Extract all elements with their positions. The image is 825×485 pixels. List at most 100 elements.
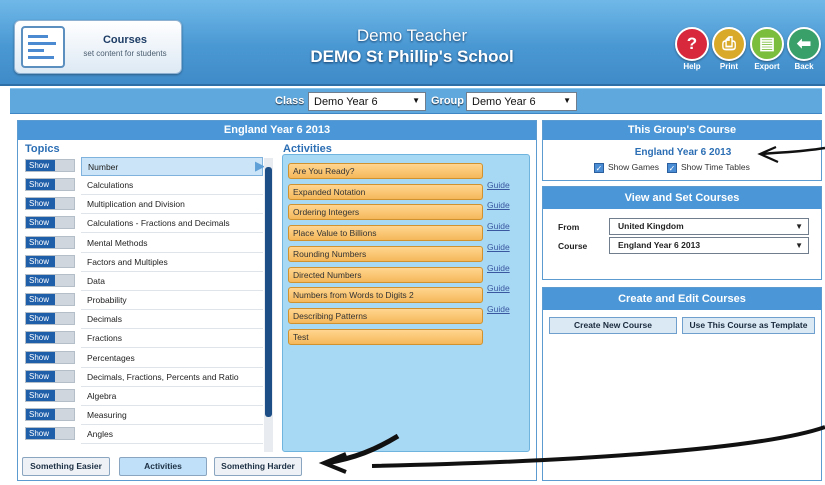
- show-toggle[interactable]: Show: [25, 254, 75, 268]
- topic-row: Show Percentages: [25, 349, 263, 368]
- group-select[interactable]: Demo Year 6 ▼: [466, 92, 577, 111]
- show-toggle[interactable]: Show: [25, 388, 75, 402]
- from-select[interactable]: United Kingdom ▼: [609, 218, 809, 235]
- topic-row: Show Decimals, Fractions, Percents and Ra…: [25, 368, 263, 387]
- printer-icon: ⎙: [722, 34, 736, 53]
- arrow-left-icon: ⬅: [796, 34, 812, 53]
- something-harder-button[interactable]: Something Harder: [214, 457, 302, 476]
- guide-link[interactable]: Guide: [487, 242, 510, 252]
- dropdown-arrow-icon: ▼: [795, 222, 803, 231]
- show-toggle[interactable]: Show: [25, 197, 75, 211]
- topic-row: Show Multiplication and Division: [25, 195, 263, 215]
- courses-card[interactable]: Courses set content for students: [14, 20, 182, 74]
- activity-item[interactable]: Expanded Notation: [288, 183, 483, 200]
- course-label: Course: [558, 241, 588, 251]
- something-easier-button[interactable]: Something Easier: [22, 457, 110, 476]
- show-time-tables-checkbox[interactable]: ✓ Show Time Tables: [667, 162, 750, 173]
- topic-item[interactable]: Number: [81, 157, 263, 176]
- guide-link[interactable]: Guide: [487, 304, 510, 314]
- course-panel-title: England Year 6 2013: [18, 121, 536, 140]
- topic-item[interactable]: Measuring: [81, 406, 263, 425]
- show-toggle[interactable]: Show: [25, 407, 75, 421]
- guide-link[interactable]: Guide: [487, 263, 510, 273]
- topic-row: Show Probability: [25, 291, 263, 311]
- group-course-name: England Year 6 2013: [634, 147, 732, 158]
- show-toggle[interactable]: Show: [25, 312, 75, 326]
- show-toggle[interactable]: Show: [25, 273, 75, 287]
- show-toggle[interactable]: Show: [25, 369, 75, 383]
- export-button[interactable]: ▤: [750, 27, 784, 61]
- topic-item[interactable]: Algebra: [81, 387, 263, 406]
- use-as-template-button[interactable]: Use This Course as Template: [682, 317, 815, 334]
- dropdown-arrow-icon: ▼: [412, 96, 420, 105]
- topic-item[interactable]: Mental Methods: [81, 234, 263, 253]
- help-button[interactable]: ?: [675, 27, 709, 61]
- class-label: Class: [275, 95, 305, 107]
- activity-item[interactable]: Are You Ready?: [288, 163, 483, 179]
- guide-link[interactable]: Guide: [487, 283, 510, 293]
- activity-item[interactable]: Describing Patterns: [288, 307, 483, 324]
- activity-item[interactable]: Numbers from Words to Digits 2: [288, 287, 483, 304]
- activity-item[interactable]: Directed Numbers: [288, 266, 483, 283]
- show-games-checkbox[interactable]: ✓ Show Games: [594, 162, 659, 173]
- topic-item[interactable]: Angles: [81, 425, 263, 445]
- create-new-course-button[interactable]: Create New Course: [549, 317, 677, 334]
- class-group-toolbar: Class Demo Year 6 ▼ Group Demo Year 6 ▼: [10, 88, 822, 114]
- show-toggle[interactable]: Show: [25, 293, 75, 307]
- topic-item[interactable]: Decimals, Fractions, Percents and Ratio: [81, 368, 263, 387]
- topic-item[interactable]: Calculations - Fractions and Decimals: [81, 214, 263, 234]
- teacher-name: Demo Teacher: [356, 26, 468, 45]
- guide-link[interactable]: Guide: [487, 200, 510, 210]
- topic-item[interactable]: Calculations: [81, 176, 263, 196]
- show-toggle[interactable]: Show: [25, 178, 75, 192]
- activity-item[interactable]: Test: [288, 328, 483, 345]
- question-icon: ?: [686, 34, 698, 53]
- back-button[interactable]: ⬅: [787, 27, 821, 61]
- show-toggle[interactable]: Show: [25, 331, 75, 345]
- topic-item[interactable]: Factors and Multiples: [81, 253, 263, 272]
- topic-row: Show Calculations - Fractions and Decimal…: [25, 214, 263, 234]
- checkmark-icon: ✓: [594, 162, 604, 173]
- show-toggle[interactable]: Show: [25, 216, 75, 230]
- school-name: DEMO St Phillip's School: [310, 47, 514, 66]
- activities-button[interactable]: Activities: [119, 457, 207, 476]
- checkmark-icon: ✓: [667, 162, 677, 173]
- show-toggle[interactable]: Show: [25, 350, 75, 364]
- show-toggle[interactable]: Show: [25, 159, 75, 172]
- topic-row: Show Decimals: [25, 310, 263, 330]
- topic-item[interactable]: Multiplication and Division: [81, 195, 263, 215]
- view-set-title: View and Set Courses: [543, 187, 821, 209]
- topic-row: Show Algebra: [25, 387, 263, 406]
- topic-row: Show Factors and Multiples: [25, 253, 263, 272]
- course-select[interactable]: England Year 6 2013 ▼: [609, 237, 809, 254]
- topics-heading: Topics: [25, 143, 60, 155]
- from-label: From: [558, 222, 580, 232]
- topic-row: Show Angles: [25, 425, 263, 445]
- guide-link[interactable]: Guide: [487, 221, 510, 231]
- show-toggle[interactable]: Show: [25, 427, 75, 441]
- topic-row: Show Fractions: [25, 329, 263, 349]
- activity-item[interactable]: Ordering Integers: [288, 204, 483, 221]
- class-select[interactable]: Demo Year 6 ▼: [308, 92, 426, 111]
- guide-link[interactable]: Guide: [487, 180, 510, 190]
- topic-item[interactable]: Fractions: [81, 329, 263, 349]
- topic-item[interactable]: Percentages: [81, 349, 263, 368]
- topic-item[interactable]: Data: [81, 272, 263, 291]
- topic-row: Show Measuring: [25, 406, 263, 425]
- activity-item[interactable]: Place Value to Billions: [288, 225, 483, 242]
- bottom-buttons: Something Easier Activities Something Ha…: [22, 457, 302, 477]
- topic-item[interactable]: Probability: [81, 291, 263, 311]
- show-toggle[interactable]: Show: [25, 235, 75, 249]
- create-edit-title: Create and Edit Courses: [543, 288, 821, 310]
- topics-scrollbar[interactable]: [264, 158, 273, 452]
- topic-row: Show Mental Methods: [25, 234, 263, 253]
- courses-app: Courses set content for students Demo Te…: [0, 0, 825, 485]
- dropdown-arrow-icon: ▼: [563, 96, 571, 105]
- back-label: Back: [794, 62, 814, 71]
- topic-row: Show Data: [25, 272, 263, 291]
- print-button[interactable]: ⎙: [712, 27, 746, 61]
- courses-title: Courses: [102, 34, 148, 46]
- document-icon: ▤: [758, 34, 776, 53]
- activity-item[interactable]: Rounding Numbers: [288, 245, 483, 262]
- topic-item[interactable]: Decimals: [81, 310, 263, 330]
